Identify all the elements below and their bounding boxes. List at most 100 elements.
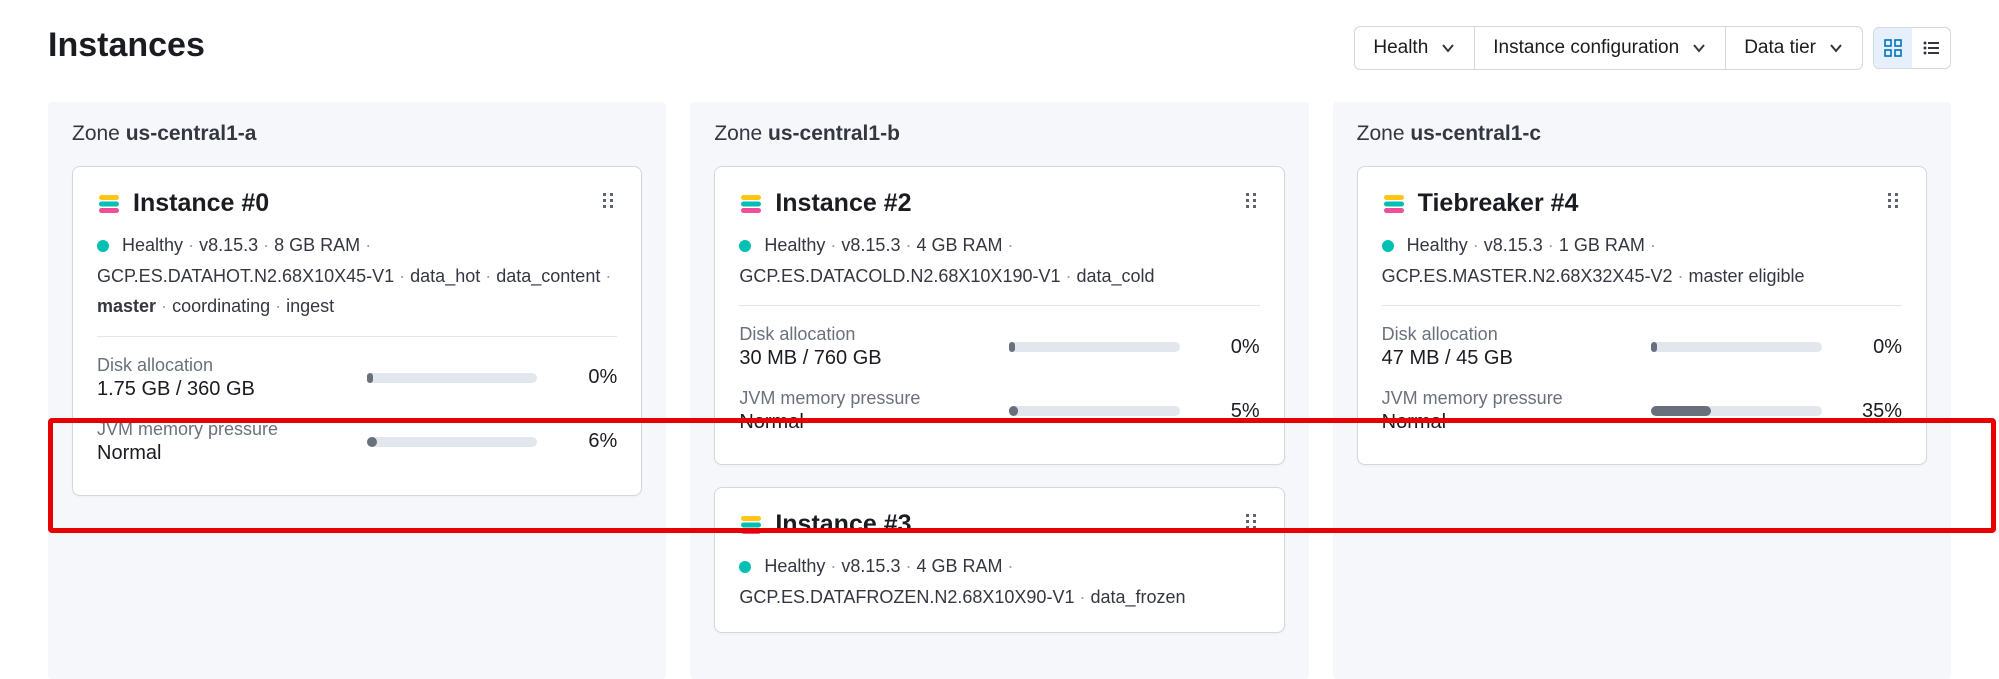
instance-card: Instance #3 Healthy · v8.15.3 · 4 GB RAM… <box>714 487 1284 633</box>
jvm-value: Normal <box>739 411 989 434</box>
chevron-down-icon <box>1691 40 1707 56</box>
jvm-pct: 6% <box>557 430 617 453</box>
jvm-value: Normal <box>1382 411 1632 434</box>
disk-label: Disk allocation <box>739 324 989 345</box>
elastic-logo-icon <box>1382 192 1406 216</box>
ram: 1 GB RAM <box>1559 235 1645 255</box>
zone-name: us-central1-a <box>126 122 257 145</box>
card-title: Instance #0 <box>133 189 269 218</box>
card-meta: Healthy · v8.15.3 · 4 GB RAM · GCP.ES.DA… <box>739 551 1259 612</box>
card-menu-button[interactable] <box>1884 190 1902 217</box>
jvm-pct: 5% <box>1200 400 1260 423</box>
disk-label: Disk allocation <box>1382 324 1632 345</box>
health-dot-icon <box>739 240 751 252</box>
disk-row: Disk allocation 30 MB / 760 GB 0% <box>739 316 1259 380</box>
config-id: GCP.ES.DATAHOT.N2.68X10X45-V1 <box>97 266 394 286</box>
grid-icon <box>1884 39 1902 57</box>
elastic-logo-icon <box>739 513 763 537</box>
card-meta: Healthy · v8.15.3 · 8 GB RAM · GCP.ES.DA… <box>97 230 617 322</box>
divider <box>739 305 1259 306</box>
filter-toolbar: Health Instance configuration Data tier <box>1354 26 1951 70</box>
card-meta: Healthy · v8.15.3 · 4 GB RAM · GCP.ES.DA… <box>739 230 1259 291</box>
zone-label: Zone <box>72 122 126 145</box>
jvm-label: JVM memory pressure <box>739 388 989 409</box>
data-tier-select[interactable]: Data tier <box>1726 27 1862 69</box>
page-title: Instances <box>48 26 205 65</box>
health-status: Healthy <box>764 556 825 576</box>
list-icon <box>1922 39 1940 57</box>
disk-value: 30 MB / 760 GB <box>739 347 989 370</box>
instance-card: Instance #2 Healthy · v8.15.3 · 4 GB RAM… <box>714 166 1284 465</box>
disk-row: Disk allocation 1.75 GB / 360 GB 0% <box>97 347 617 411</box>
zone-name: us-central1-c <box>1410 122 1541 145</box>
card-title: Instance #2 <box>775 189 911 218</box>
disk-row: Disk allocation 47 MB / 45 GB 0% <box>1382 316 1902 380</box>
jvm-pct: 35% <box>1842 400 1902 423</box>
disk-pct: 0% <box>1842 336 1902 359</box>
health-dot-icon <box>97 240 109 252</box>
config-id: GCP.ES.MASTER.N2.68X32X45-V2 <box>1382 266 1673 286</box>
zone-header: Zone us-central1-b <box>714 122 1284 146</box>
health-status: Healthy <box>1407 235 1468 255</box>
zone-column: Zone us-central1-b Instance #2 Healthy ·… <box>690 102 1308 679</box>
disk-pct: 0% <box>1200 336 1260 359</box>
health-select[interactable]: Health <box>1355 27 1475 69</box>
config-id: GCP.ES.DATAFROZEN.N2.68X10X90-V1 <box>739 587 1074 607</box>
jvm-row: JVM memory pressure Normal 6% <box>97 411 617 475</box>
ram: 8 GB RAM <box>274 235 360 255</box>
divider <box>97 336 617 337</box>
ram: 4 GB RAM <box>916 556 1002 576</box>
health-status: Healthy <box>764 235 825 255</box>
disk-bar <box>1009 342 1180 352</box>
instance-config-select[interactable]: Instance configuration <box>1475 27 1726 69</box>
instance-card: Instance #0 Healthy · v8.15.3 · 8 GB RAM… <box>72 166 642 496</box>
ram: 4 GB RAM <box>916 235 1002 255</box>
jvm-bar <box>1651 406 1822 416</box>
chevron-down-icon <box>1440 40 1456 56</box>
jvm-label: JVM memory pressure <box>97 419 347 440</box>
disk-pct: 0% <box>557 366 617 389</box>
zone-column: Zone us-central1-a Instance #0 Healthy ·… <box>48 102 666 679</box>
divider <box>1382 305 1902 306</box>
jvm-value: Normal <box>97 442 347 465</box>
card-title: Tiebreaker #4 <box>1418 189 1579 218</box>
zone-header: Zone us-central1-a <box>72 122 642 146</box>
zone-header: Zone us-central1-c <box>1357 122 1927 146</box>
elastic-logo-icon <box>739 192 763 216</box>
jvm-label: JVM memory pressure <box>1382 388 1632 409</box>
zone-column: Zone us-central1-c Tiebreaker #4 Healthy… <box>1333 102 1951 679</box>
view-toggle <box>1873 27 1951 69</box>
version: v8.15.3 <box>1484 235 1543 255</box>
disk-value: 47 MB / 45 GB <box>1382 347 1632 370</box>
instance-card: Tiebreaker #4 Healthy · v8.15.3 · 1 GB R… <box>1357 166 1927 465</box>
instance-config-select-label: Instance configuration <box>1493 37 1679 59</box>
jvm-row: JVM memory pressure Normal 5% <box>739 380 1259 444</box>
health-select-label: Health <box>1373 37 1428 59</box>
disk-value: 1.75 GB / 360 GB <box>97 378 347 401</box>
card-title: Instance #3 <box>775 510 911 539</box>
disk-bar <box>367 373 538 383</box>
card-menu-button[interactable] <box>1242 190 1260 217</box>
version: v8.15.3 <box>841 235 900 255</box>
config-id: GCP.ES.DATACOLD.N2.68X10X190-V1 <box>739 266 1060 286</box>
version: v8.15.3 <box>199 235 258 255</box>
zone-name: us-central1-b <box>768 122 900 145</box>
card-menu-button[interactable] <box>1242 511 1260 538</box>
grid-view-button[interactable] <box>1874 28 1912 68</box>
data-tier-select-label: Data tier <box>1744 37 1816 59</box>
health-status: Healthy <box>122 235 183 255</box>
filter-select-group: Health Instance configuration Data tier <box>1354 26 1863 70</box>
version: v8.15.3 <box>841 556 900 576</box>
disk-bar <box>1651 342 1822 352</box>
zone-label: Zone <box>714 122 768 145</box>
disk-label: Disk allocation <box>97 355 347 376</box>
elastic-logo-icon <box>97 192 121 216</box>
list-view-button[interactable] <box>1912 28 1950 68</box>
chevron-down-icon <box>1828 40 1844 56</box>
jvm-bar <box>1009 406 1180 416</box>
card-meta: Healthy · v8.15.3 · 1 GB RAM · GCP.ES.MA… <box>1382 230 1902 291</box>
health-dot-icon <box>1382 240 1394 252</box>
jvm-row: JVM memory pressure Normal 35% <box>1382 380 1902 444</box>
card-menu-button[interactable] <box>599 190 617 217</box>
zone-label: Zone <box>1357 122 1411 145</box>
